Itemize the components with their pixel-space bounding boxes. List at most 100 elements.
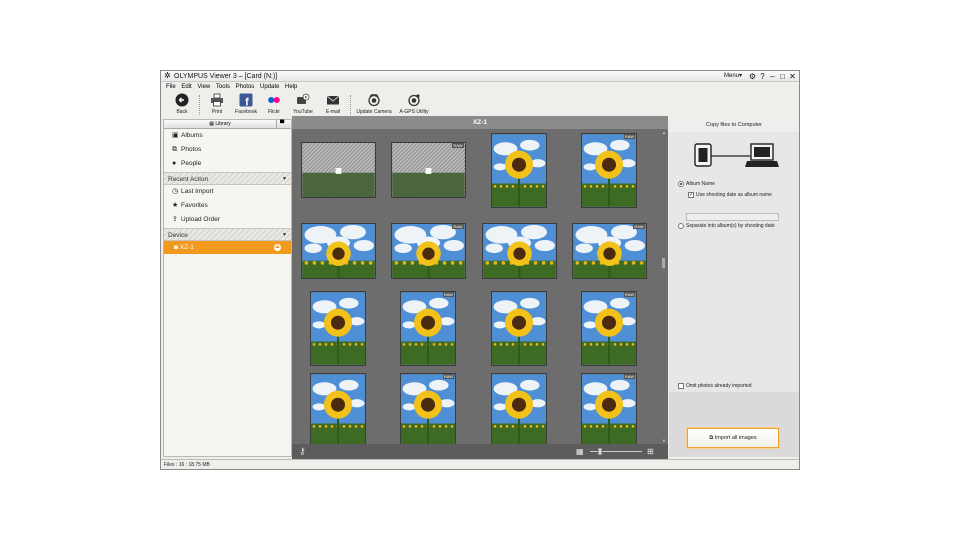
sunflower-photo [301,224,375,278]
youtube-button[interactable]: YouTube [291,93,315,115]
import-all-button[interactable]: ⧉ Import all images [687,428,779,448]
facebook-button[interactable]: f Facebook [233,93,259,115]
svg-text:f: f [245,97,249,108]
thumbnail[interactable]: RAW [581,290,637,366]
print-button[interactable]: Print [206,93,228,115]
minimize-button[interactable]: – [768,72,777,81]
help-icon[interactable]: ? [758,72,767,81]
thumbnail[interactable]: RAW [571,223,647,279]
gps-icon [408,94,420,107]
flickr-icon [268,97,280,103]
folder-icon[interactable]: ▀ [280,121,284,128]
thumbnail[interactable] [310,372,366,444]
thumbnail[interactable] [310,290,366,366]
sidebar-item-people[interactable]: ● People [172,157,201,171]
menu-arrow-icon: ▾ [739,73,743,79]
thumbnail[interactable]: RAW [390,142,466,198]
thumbnail[interactable] [300,142,376,198]
vertical-scrollbar[interactable]: ▲ ▼ [661,129,668,444]
menu-photos[interactable]: Photos [236,82,255,92]
maximize-button[interactable]: □ [778,72,787,81]
flickr-button[interactable]: Flickr [264,93,284,115]
thumbnail[interactable] [491,132,547,208]
print-label: Print [211,109,223,115]
recent-action-header[interactable]: Recent Action ▼ [164,172,291,185]
library-tab-label: Library [215,121,231,127]
thumbnail[interactable] [491,290,547,366]
album-icon: ▣ [172,132,179,139]
recent-action-title: Recent Action [168,176,209,183]
sunflower-photo [482,224,556,278]
window-title: OLYMPUS Viewer 3 – [Card (N:)] [174,73,278,80]
sunflower-photo [492,133,546,207]
thumbnail[interactable]: RAW [581,132,637,208]
sunflower-photo [401,291,455,365]
import-button-label: Import all images [714,435,757,441]
email-button[interactable]: E-mail [322,93,344,115]
key-icon[interactable]: ⚷ [299,446,306,456]
use-date-checkbox[interactable]: ✓ [688,192,694,198]
settings-icon[interactable]: ⚙ [748,72,757,81]
large-grid-icon[interactable]: ⊞ [647,447,654,456]
separate-by-date-label: Separate into album(s) by shooting date [686,223,775,229]
menu-tools[interactable]: Tools [216,82,230,92]
title-bar: ✲ OLYMPUS Viewer 3 – [Card (N:)] Menu▾ ⚙… [161,71,799,82]
sidebar-item-albums[interactable]: ▣ Albums [172,129,203,143]
sunflower-photo [311,291,365,365]
menu-update[interactable]: Update [260,82,279,92]
agps-utility-button[interactable]: A-GPS Utility [396,93,432,115]
thumbnail[interactable]: RAW [581,372,637,444]
menu-button[interactable]: Menu▾ [724,71,742,82]
menu-edit[interactable]: Edit [181,82,191,92]
device-header[interactable]: Device ▼ [164,228,291,241]
thumbnail[interactable]: RAW [400,372,456,444]
update-camera-label: Update Camera [356,109,392,115]
close-button[interactable]: ✕ [788,72,797,81]
sunflower-photo [492,373,546,444]
sidebar-item-label: Photos [181,146,202,153]
panel-splitter[interactable] [662,258,665,268]
scroll-down-icon[interactable]: ▼ [662,438,666,443]
sidebar-item-upload-order[interactable]: ⇪ Upload Order [172,213,220,227]
library-tab[interactable]: ▦ Library [164,120,277,129]
raw-badge: RAW [623,373,635,379]
thumbnail[interactable]: RAW [400,290,456,366]
back-button[interactable]: Back [171,93,193,115]
menu-view[interactable]: View [197,82,210,92]
separate-by-date-radio[interactable] [678,223,684,229]
back-label: Back [176,109,188,115]
sunflower-photo [582,133,636,207]
menu-file[interactable]: File [166,82,176,92]
menu-bar: File Edit View Tools Photos Update Help [161,82,799,92]
thumbnail[interactable]: RAW [390,223,466,279]
use-date-label: Use shooting date as album name [696,192,772,198]
eject-icon[interactable]: ⏏ [274,244,281,251]
omit-imported-checkbox[interactable] [678,383,684,389]
device-item-xz1[interactable]: ◙ XZ-1 ⏏ [164,241,291,254]
zoom-slider-handle[interactable] [598,448,602,455]
raw-badge: RAW [452,143,464,148]
update-camera-button[interactable]: Update Camera [356,93,392,115]
small-grid-icon[interactable]: ▦ [576,447,584,456]
collapse-arrow-icon: ▼ [282,176,287,182]
thumbnail-viewer: XZ-1 RAW RAW RAW RAW RAW RAW RAW RAW ▲ ▼ ⚷ ▦ ⊞ [292,116,668,459]
sidebar-item-favorites[interactable]: ★ Favorites [172,199,208,213]
thumbnail[interactable] [481,223,557,279]
youtube-label: YouTube [293,109,313,115]
sidebar-item-label: Favorites [181,202,208,209]
toolbar: Back Print f Facebook Flickr YouTube E-m… [161,92,799,119]
sidebar-item-label: Upload Order [181,216,221,223]
sidebar-item-label: Last Import [181,188,214,195]
loading-thumbnail-image [301,143,375,197]
menu-help[interactable]: Help [285,82,297,92]
scroll-up-icon[interactable]: ▲ [662,130,666,135]
sidebar-item-photos[interactable]: ⧉ Photos [172,143,201,157]
album-name-radio[interactable] [678,181,684,187]
camera-update-icon [368,94,380,107]
thumbnail[interactable] [491,372,547,444]
album-name-field[interactable] [686,213,779,221]
copy-options: Album Name ✓ Use shooting date as album … [669,132,799,392]
thumbnail[interactable] [300,223,376,279]
sidebar-item-last-import[interactable]: ◷ Last Import [172,185,214,199]
star-icon: ★ [172,202,179,209]
